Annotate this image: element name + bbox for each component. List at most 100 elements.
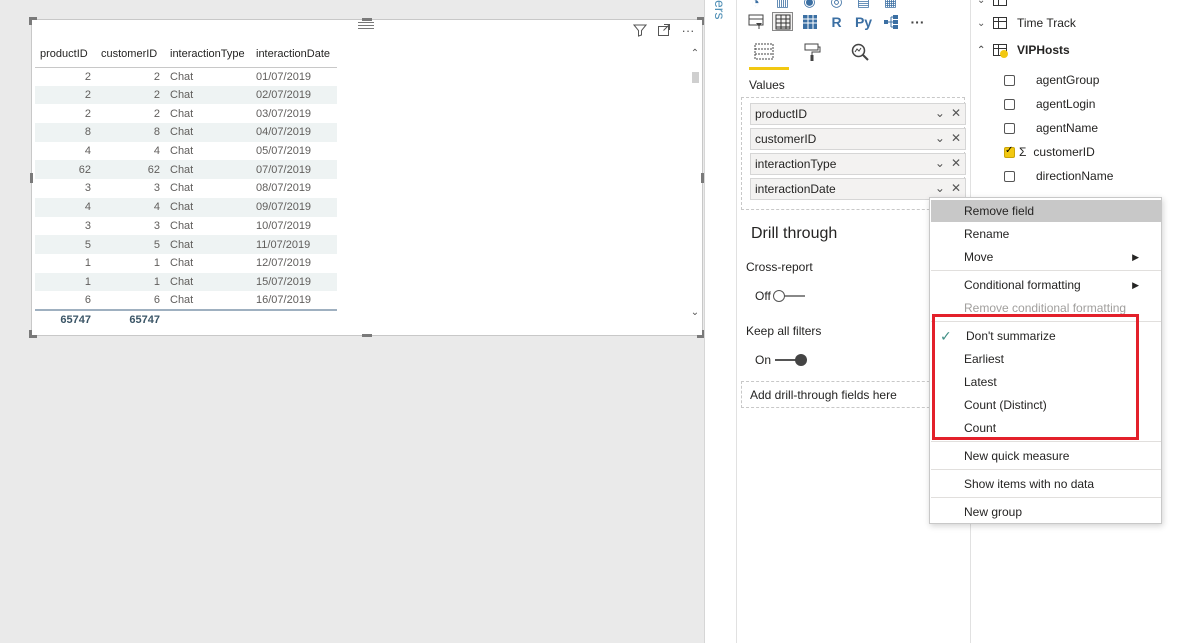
in-use-badge (1000, 50, 1008, 58)
menu-item-new-quick-measure[interactable]: New quick measure (931, 445, 1161, 467)
table-row[interactable]: 2 2 Chat 02/07/2019 (35, 85, 337, 105)
field-item[interactable]: ΣcustomerID (1004, 145, 1095, 159)
chevron-down-icon[interactable]: ⌄ (935, 181, 945, 195)
resize-handle-bottom-left[interactable] (29, 330, 37, 338)
close-icon[interactable]: ✕ (951, 106, 961, 120)
values-well-area: productID ⌄ ✕ customerID ⌄ ✕ interactionTy… (741, 97, 966, 210)
field-well-label: interactionType (755, 157, 837, 171)
field-well-productid[interactable]: productID ⌄ ✕ (750, 103, 966, 125)
format-paint-roller-icon[interactable] (799, 40, 825, 64)
table-cell: Chat (170, 145, 194, 158)
menu-item-move[interactable]: Move ▶ (931, 246, 1161, 268)
globe-map-icon[interactable]: ◉ (799, 0, 820, 11)
gauge-icon[interactable]: ◔ (745, 0, 766, 11)
table-cell: Chat (165, 197, 251, 217)
menu-item-remove-field[interactable]: Remove field (931, 200, 1161, 222)
table-row[interactable]: 3 3 Chat 08/07/2019 (35, 179, 337, 198)
field-item[interactable]: agentGroup (1004, 73, 1099, 87)
field-well-interactiontype[interactable]: interactionType ⌄ ✕ (750, 153, 966, 175)
chevron-right-icon[interactable]: ⌄ (977, 0, 993, 6)
cross-report-toggle[interactable]: Off (755, 289, 805, 303)
field-checkbox[interactable] (1004, 74, 1015, 86)
table-row[interactable]: 2 2 Chat 01/07/2019 (35, 67, 337, 86)
vertical-scrollbar[interactable]: ⌃ ⌄ (689, 48, 701, 318)
resize-handle-left[interactable] (30, 173, 33, 183)
table-row[interactable]: 1 1 Chat 15/07/2019 (35, 272, 337, 292)
menu-item-show-items-with-no-data[interactable]: Show items with no data (931, 473, 1161, 495)
more-visuals-icon[interactable]: ··· (907, 12, 928, 31)
field-item[interactable]: directionName (1004, 169, 1113, 183)
fields-tab-icon[interactable] (751, 40, 777, 64)
toggle-state-label: On (755, 353, 772, 367)
visual-header: ··· (632, 22, 696, 38)
resize-handle-bottom[interactable] (362, 334, 372, 337)
keep-all-filters-toggle[interactable]: On (755, 353, 808, 367)
filter-icon[interactable] (632, 22, 648, 38)
menu-item-new-group[interactable]: New group (931, 501, 1161, 523)
chevron-up-icon[interactable]: ⌃ (977, 45, 993, 56)
field-checkbox[interactable] (1004, 98, 1015, 110)
filters-pane-collapsed[interactable]: ers (704, 0, 737, 643)
table-name: VIPHosts (1017, 43, 1070, 57)
table-row[interactable]: 8 8 Chat 04/07/2019 (35, 123, 337, 142)
column-header-productid[interactable]: productID (35, 42, 96, 68)
table-row[interactable]: 62 62 Chat 07/07/2019 (35, 160, 337, 180)
toggle-state-label: Off (755, 289, 771, 303)
close-icon[interactable]: ✕ (951, 156, 961, 170)
scroll-up-icon[interactable]: ⌃ (689, 48, 701, 59)
menu-item-rename[interactable]: Rename (931, 223, 1161, 245)
table-cell: 2 (84, 107, 91, 120)
close-icon[interactable]: ✕ (951, 181, 961, 195)
chevron-down-icon[interactable]: ⌄ (935, 131, 945, 145)
table-item-time-track[interactable]: ⌄ Time Track (977, 16, 1076, 30)
resize-handle-top-left[interactable] (29, 17, 37, 25)
scrollbar-thumb[interactable] (692, 72, 699, 83)
keep-all-filters-label: Keep all filters (746, 324, 822, 338)
table-item-viphosts[interactable]: ⌃ VIPHosts (977, 43, 1070, 58)
field-item[interactable]: agentLogin (1004, 97, 1095, 111)
field-checkbox[interactable] (1004, 122, 1015, 134)
field-checkbox[interactable] (1004, 145, 1015, 158)
kpi-icon[interactable]: ▤ (853, 0, 874, 11)
more-options-icon[interactable]: ··· (680, 22, 696, 38)
table-row[interactable]: 4 4 Chat 09/07/2019 (35, 197, 337, 217)
multi-row-card-icon[interactable]: ▦ (880, 0, 901, 11)
close-icon[interactable]: ✕ (951, 131, 961, 145)
column-header-interactiondate[interactable]: interactionDate (251, 42, 337, 68)
total-cell: 65747 (96, 308, 165, 330)
slicer-icon[interactable] (745, 12, 766, 31)
drag-grip-icon[interactable] (358, 20, 374, 30)
table-cell: 3 (84, 219, 91, 232)
chevron-down-icon[interactable]: ⌄ (935, 106, 945, 120)
decomposition-tree-icon[interactable] (880, 12, 901, 31)
table-cell: 4 (153, 145, 160, 158)
arcgis-map-icon[interactable]: ◎ (826, 0, 847, 11)
focus-mode-icon[interactable] (656, 22, 672, 38)
table-row[interactable]: 3 3 Chat 10/07/2019 (35, 217, 337, 236)
table-item-partial[interactable]: ⌄ (977, 0, 1017, 6)
table-row[interactable]: 4 4 Chat 05/07/2019 (35, 142, 337, 161)
table-visual-icon[interactable] (772, 12, 793, 31)
field-name: directionName (1036, 169, 1114, 183)
r-visual-icon[interactable]: R (826, 12, 847, 31)
table-row[interactable]: 2 2 Chat 03/07/2019 (35, 104, 337, 123)
python-visual-icon[interactable]: Py (853, 12, 874, 31)
column-header-customerid[interactable]: customerID (96, 42, 165, 68)
column-header-interactiontype[interactable]: interactionType (165, 42, 251, 68)
field-checkbox[interactable] (1004, 170, 1015, 182)
table-cell: 62 (96, 160, 165, 180)
table-row[interactable]: 1 1 Chat 12/07/2019 (35, 254, 337, 273)
matrix-visual-icon[interactable] (799, 12, 820, 31)
report-canvas: ··· productID customerID interactionType… (0, 0, 705, 643)
scroll-down-icon[interactable]: ⌄ (689, 307, 701, 318)
menu-item-conditional-formatting[interactable]: Conditional formatting ▶ (931, 274, 1161, 296)
card-icon[interactable]: ▥ (772, 0, 793, 11)
chevron-down-icon[interactable]: ⌄ (977, 18, 993, 29)
analytics-magnifier-icon[interactable] (847, 40, 873, 64)
chevron-down-icon[interactable]: ⌄ (935, 156, 945, 170)
table-row[interactable]: 6 6 Chat 16/07/2019 (35, 291, 337, 310)
field-item[interactable]: agentName (1004, 121, 1098, 135)
table-row[interactable]: 5 5 Chat 11/07/2019 (35, 235, 337, 254)
table-visual[interactable]: ··· productID customerID interactionType… (29, 17, 705, 338)
field-well-customerid[interactable]: customerID ⌄ ✕ (750, 128, 966, 150)
